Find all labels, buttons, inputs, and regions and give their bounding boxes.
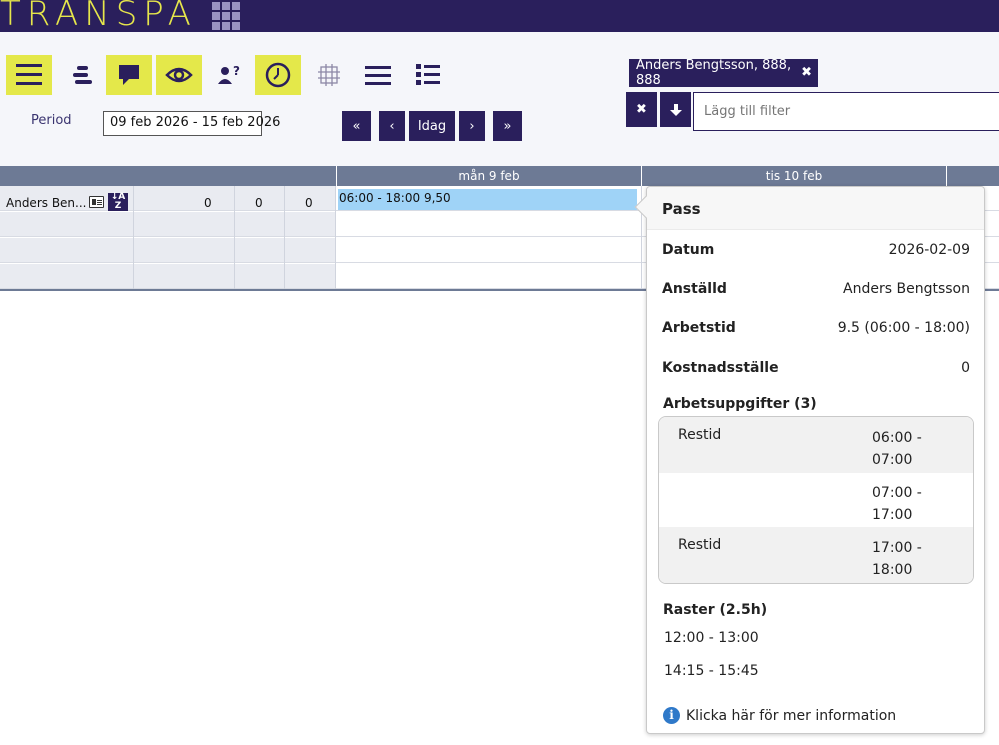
column-divider (284, 186, 285, 290)
list-item: Restid 17:00 - 18:00 (659, 527, 973, 583)
task-time: 07:00 - 17:00 (872, 485, 922, 523)
arrow-down-button[interactable] (660, 92, 691, 127)
clear-filter-button[interactable]: ✖ (626, 92, 657, 127)
list-item: Restid 06:00 - 07:00 (659, 417, 973, 473)
field-value-employee: Anders Bengtsson (843, 281, 970, 297)
period-date-range-input[interactable]: 09 feb 2026 - 15 feb 2026 (103, 111, 280, 136)
menu-icon[interactable] (6, 55, 52, 95)
break-item: 12:00 - 13:00 (664, 630, 759, 646)
task-time: 06:00 - 07:00 (872, 430, 922, 468)
gantt-icon[interactable] (56, 55, 102, 95)
break-item: 14:15 - 15:45 (664, 663, 759, 679)
task-name: Restid (678, 427, 722, 443)
info-icon: i (663, 707, 680, 724)
field-label-cost-center: Kostnadsställe (662, 360, 779, 376)
day-header-next (946, 166, 999, 186)
more-info-link[interactable]: i Klicka här för mer information (663, 707, 896, 724)
shift-popover: Pass Datum 2026-02-09 Anställd Anders Be… (646, 186, 985, 734)
grid-frame-icon[interactable] (306, 55, 352, 95)
arrow-down-icon (669, 103, 682, 116)
field-label-worktime: Arbetstid (662, 320, 736, 336)
task-time: 17:00 - 18:00 (872, 540, 922, 578)
nav-next-button[interactable]: › (459, 111, 485, 141)
nav-first-button[interactable]: « (342, 111, 371, 141)
sort-label: A Z (114, 192, 126, 211)
tasks-list: Restid 06:00 - 07:00 07:00 - 17:00 Resti… (658, 416, 974, 584)
employee-value-3: 0 (305, 196, 313, 210)
list-item: 07:00 - 17:00 (659, 472, 973, 528)
period-label: Period (31, 113, 72, 128)
lines-icon[interactable] (355, 55, 401, 95)
app-root: { "brand": { "logo_text": "TRANSPA" }, "… (0, 0, 999, 745)
field-label-employee: Anställd (662, 281, 727, 297)
column-divider (234, 186, 235, 290)
tasks-title: Arbetsuppgifter (3) (663, 396, 817, 412)
nav-prev-button[interactable]: ‹ (379, 111, 405, 141)
popover-title: Pass (647, 187, 984, 230)
list-icon[interactable] (405, 55, 451, 95)
employee-value-1: 0 (204, 196, 212, 210)
day-header-tuesday[interactable]: tis 10 feb (641, 166, 946, 186)
id-card-icon[interactable] (89, 196, 104, 208)
field-value-date: 2026-02-09 (888, 242, 970, 258)
nav-last-button[interactable]: » (493, 111, 522, 141)
top-bar: TRANSPA (0, 0, 999, 34)
filter-chip-label: Anders Bengtsson, 888, 888 (636, 58, 792, 88)
comment-icon[interactable] (106, 55, 152, 95)
shift-block[interactable]: 06:00 - 18:00 9,50 (338, 189, 637, 210)
column-divider (133, 186, 134, 290)
apps-grid-icon[interactable] (212, 2, 240, 30)
task-name: Restid (678, 537, 722, 553)
column-divider (335, 186, 336, 290)
user-question-icon[interactable]: ? (206, 55, 252, 95)
filter-input[interactable] (693, 92, 999, 131)
employee-value-2: 0 (255, 196, 263, 210)
svg-text:?: ? (233, 64, 240, 78)
filter-chip[interactable]: Anders Bengtsson, 888, 888 ✖ (629, 58, 818, 88)
chip-remove-icon[interactable]: ✖ (801, 65, 812, 80)
field-label-date: Datum (662, 242, 715, 258)
employee-name[interactable]: Anders Ben... (6, 196, 86, 210)
clock-icon[interactable] (255, 55, 301, 95)
breaks-title: Raster (2.5h) (663, 602, 768, 618)
more-info-label: Klicka här för mer information (686, 707, 897, 724)
field-value-cost-center: 0 (961, 360, 970, 376)
field-value-worktime: 9.5 (06:00 - 18:00) (837, 320, 970, 336)
day-header-monday[interactable]: mån 9 feb (336, 166, 641, 186)
app-logo[interactable]: TRANSPA (0, 0, 197, 34)
sort-az-icon[interactable]: ↓A Z (108, 193, 128, 211)
nav-today-button[interactable]: Idag (409, 111, 455, 141)
eye-icon[interactable] (156, 55, 202, 95)
